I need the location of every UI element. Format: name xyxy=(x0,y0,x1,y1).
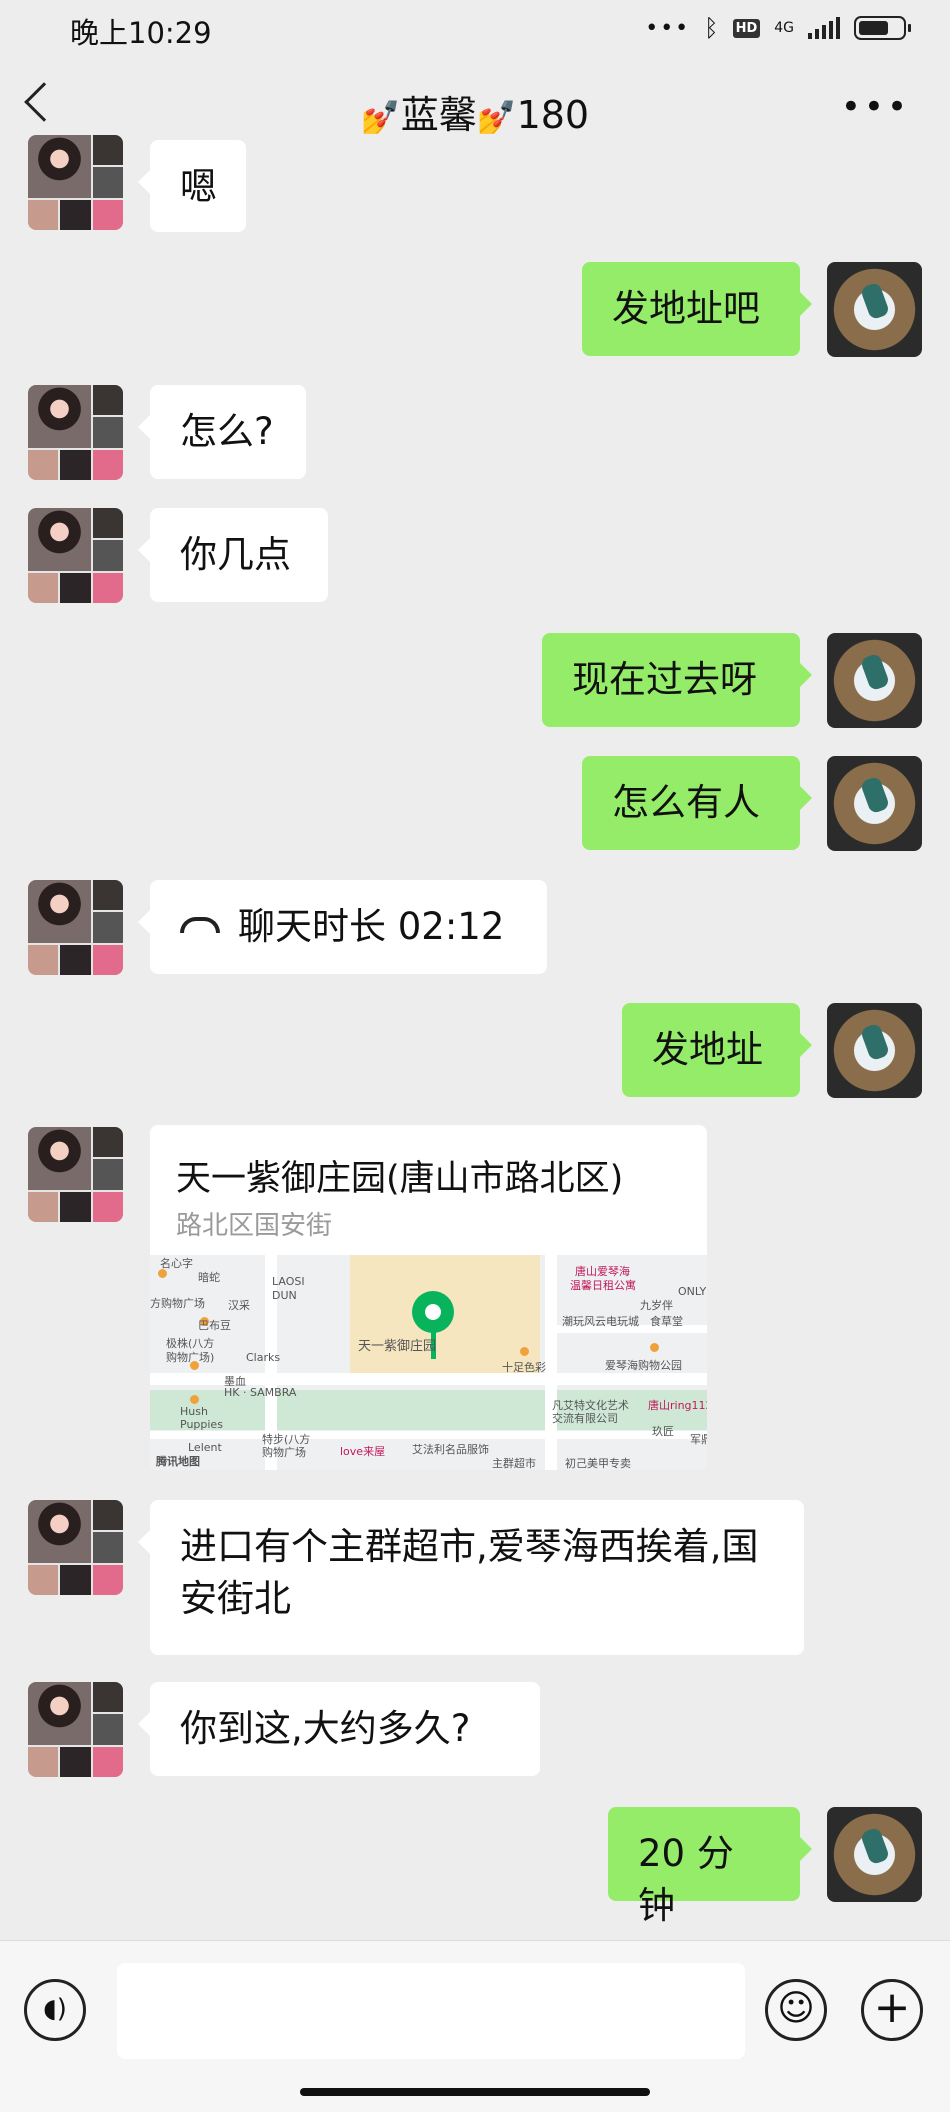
contact-avatar[interactable] xyxy=(28,880,123,975)
map-pin-icon xyxy=(412,1291,454,1333)
map-preview: 名心字 暗蛇 方购物广场 汉采 LAOSI DUN 巴布豆 极株(八方 购物广场… xyxy=(150,1255,707,1470)
contact-avatar[interactable] xyxy=(28,1127,123,1222)
map-label: 食草堂 xyxy=(650,1315,683,1328)
message-text: 你到这,大约多久? xyxy=(180,1707,471,1750)
call-duration-text: 聊天时长 02:12 xyxy=(238,905,505,948)
phone-call-icon xyxy=(180,916,220,933)
map-label: LAOSI xyxy=(272,1275,305,1288)
message-text: 现在过去呀 xyxy=(572,658,757,701)
map-label: 十足色彩 xyxy=(502,1361,546,1374)
contact-avatar[interactable] xyxy=(28,385,123,480)
map-label: 购物广场) xyxy=(166,1351,215,1364)
message-input[interactable] xyxy=(117,1963,745,2059)
message-bubble-in[interactable]: 嗯 xyxy=(138,140,246,232)
message-text: 发地址 xyxy=(652,1028,763,1071)
contact-avatar[interactable] xyxy=(28,1500,123,1595)
message-text: 怎么? xyxy=(180,410,274,453)
plus-icon: + xyxy=(873,1982,911,2033)
map-label: DUN xyxy=(272,1289,297,1302)
home-indicator[interactable] xyxy=(300,2088,650,2096)
contact-avatar[interactable] xyxy=(28,1682,123,1777)
message-bubble-in[interactable]: 怎么? xyxy=(138,385,306,479)
map-label: 购物广场 xyxy=(262,1446,306,1459)
call-record-bubble[interactable]: 聊天时长 02:12 xyxy=(138,880,547,974)
map-label: 唐山ring112 xyxy=(648,1399,707,1412)
map-label: 潮玩风云电玩城 xyxy=(562,1315,639,1328)
map-label: 交流有限公司 xyxy=(552,1412,618,1425)
status-bar: 晚上10:29 ••• ᛒ HD 4G xyxy=(0,0,950,58)
message-bubble-out[interactable]: 发地址吧 xyxy=(582,262,812,356)
contact-name-suffix: 180 xyxy=(516,93,590,137)
voice-button[interactable]: ◖) xyxy=(24,1979,86,2041)
message-text: 进口有个主群超市,爱琴海西挨着,国安街北 xyxy=(180,1525,759,1620)
my-avatar[interactable] xyxy=(827,756,922,851)
location-address: 路北区国安街 xyxy=(176,1211,333,1241)
map-label: 玖匠 xyxy=(652,1425,674,1438)
contact-avatar[interactable] xyxy=(28,508,123,603)
map-label: 巴布豆 xyxy=(198,1319,231,1332)
my-avatar[interactable] xyxy=(827,1003,922,1098)
my-avatar[interactable] xyxy=(827,262,922,357)
location-card[interactable]: 天一紫御庄园(唐山市路北区) 路北区国安街 名心字 暗蛇 方购物广场 汉采 LA… xyxy=(150,1125,707,1470)
map-label: 暗蛇 xyxy=(198,1271,220,1284)
my-avatar[interactable] xyxy=(827,1807,922,1902)
contact-name: 蓝馨 xyxy=(400,93,477,137)
message-text: 发地址吧 xyxy=(612,287,760,330)
map-label: 温馨日租公寓 xyxy=(570,1279,636,1292)
map-label: 九岁伴 xyxy=(640,1299,673,1312)
map-center-label: 天一紫御庄园 xyxy=(358,1339,437,1354)
status-time: 晚上10:29 xyxy=(70,16,212,50)
map-label: 主群超市 xyxy=(492,1457,536,1470)
map-label: 军鼎 xyxy=(690,1433,707,1446)
map-label: 方购物广场 xyxy=(150,1297,205,1310)
message-text: 怎么有人 xyxy=(612,781,760,824)
chat-header: 💅蓝馨💅180 ••• xyxy=(0,60,950,170)
more-indicator-icon: ••• xyxy=(645,15,691,41)
map-label: Clarks xyxy=(246,1351,281,1364)
network-type: 4G xyxy=(774,20,794,36)
more-actions-button[interactable]: + xyxy=(861,1979,923,2041)
input-bar: ◖) ☺ + xyxy=(0,1940,950,2112)
message-bubble-out[interactable]: 怎么有人 xyxy=(582,756,812,850)
map-label: Hush xyxy=(180,1405,208,1418)
voice-input-icon: ◖) xyxy=(43,1994,67,2024)
map-label: 名心字 xyxy=(160,1257,193,1270)
emoji-icon: ☺ xyxy=(777,1988,815,2029)
emoji-button[interactable]: ☺ xyxy=(765,1979,827,2041)
nail-polish-icon: 💅 xyxy=(476,98,517,136)
hd-badge: HD xyxy=(732,18,761,38)
message-bubble-in[interactable]: 你几点 xyxy=(138,508,328,602)
nail-polish-icon: 💅 xyxy=(360,98,401,136)
map-label: 爱琴海购物公园 xyxy=(605,1359,682,1372)
message-bubble-out[interactable]: 发地址 xyxy=(622,1003,812,1097)
my-avatar[interactable] xyxy=(827,633,922,728)
map-provider-label: 腾讯地图 xyxy=(156,1455,200,1468)
status-icons: ••• ᛒ HD 4G xyxy=(645,14,911,42)
map-label: 汉采 xyxy=(228,1299,250,1312)
bluetooth-icon: ᛒ xyxy=(704,14,719,42)
message-bubble-in[interactable]: 进口有个主群超市,爱琴海西挨着,国安街北 xyxy=(138,1500,804,1655)
chat-title: 💅蓝馨💅180 xyxy=(0,84,950,139)
battery-icon xyxy=(854,16,911,40)
message-bubble-in[interactable]: 你到这,大约多久? xyxy=(138,1682,540,1776)
map-label: Puppies xyxy=(180,1418,223,1431)
message-text: 嗯 xyxy=(180,165,217,208)
message-bubble-out[interactable]: 现在过去呀 xyxy=(542,633,812,727)
location-name: 天一紫御庄园(唐山市路北区) xyxy=(176,1159,624,1199)
map-label: 艾法利名品服饰 xyxy=(412,1443,489,1456)
more-button[interactable]: ••• xyxy=(841,90,910,124)
signal-icon xyxy=(808,17,840,39)
message-text: 20 分钟 xyxy=(638,1832,734,1927)
map-label: love来屋 xyxy=(340,1445,386,1458)
message-bubble-out[interactable]: 20 分钟 xyxy=(608,1807,812,1927)
message-text: 你几点 xyxy=(180,533,291,576)
more-dots-icon: ••• xyxy=(840,87,910,127)
contact-avatar[interactable] xyxy=(28,135,123,230)
map-label: HK · SAMBRA xyxy=(224,1386,297,1399)
map-label: 初己美甲专卖 xyxy=(565,1457,631,1470)
map-label: ONLY xyxy=(678,1285,707,1298)
